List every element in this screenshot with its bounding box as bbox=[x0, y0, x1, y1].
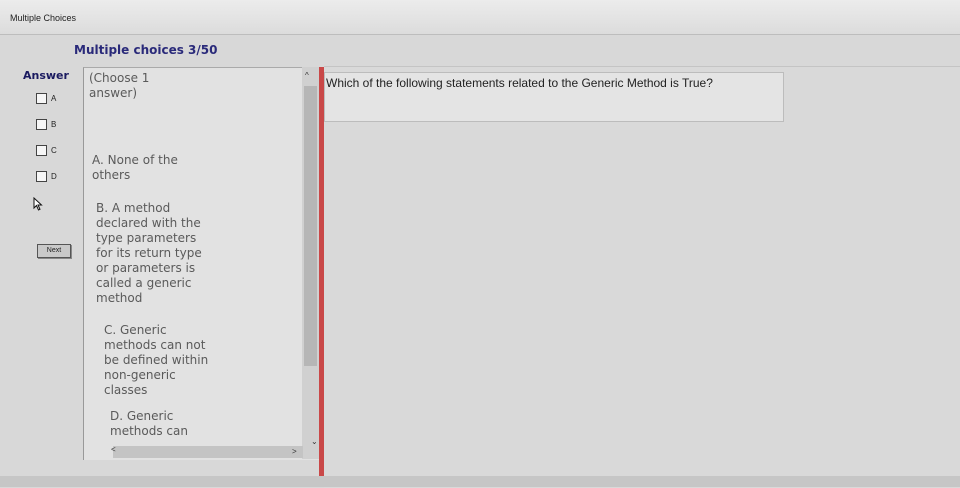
answer-option-letter: A bbox=[51, 94, 57, 103]
question-area bbox=[324, 66, 960, 488]
answer-option-c[interactable]: C bbox=[36, 145, 57, 156]
title-bar: Multiple Choices bbox=[0, 0, 960, 35]
scroll-down-icon[interactable]: ⌄ bbox=[311, 437, 318, 446]
window-label: Multiple Choices bbox=[10, 13, 77, 23]
answer-option-letter: D bbox=[51, 172, 57, 181]
answer-option-b[interactable]: B bbox=[36, 119, 56, 130]
next-button[interactable]: Next bbox=[37, 244, 71, 258]
mouse-pointer-icon bbox=[33, 197, 43, 211]
question-navigation-bar bbox=[0, 476, 960, 487]
vertical-scroll-thumb[interactable] bbox=[304, 86, 317, 366]
checkbox-icon[interactable] bbox=[36, 145, 47, 156]
horizontal-scrollbar[interactable] bbox=[113, 446, 303, 458]
option-a-text: A. None of the others bbox=[92, 153, 178, 182]
answer-option-letter: B bbox=[51, 120, 57, 129]
answer-option-a[interactable]: A bbox=[36, 93, 56, 104]
option-c-text: C. Generic methods can not be defined wi… bbox=[104, 323, 209, 397]
answer-label: Answer bbox=[23, 69, 69, 82]
option-d-text: D. Generic methods can bbox=[110, 409, 188, 438]
scroll-left-icon[interactable]: < bbox=[111, 445, 116, 454]
panel-divider[interactable] bbox=[319, 67, 324, 487]
section-title: Multiple choices 3/50 bbox=[74, 43, 218, 57]
checkbox-icon[interactable] bbox=[36, 119, 47, 130]
checkbox-icon[interactable] bbox=[36, 171, 47, 182]
instruction-text: (Choose 1 answer) bbox=[89, 71, 150, 100]
checkbox-icon[interactable] bbox=[36, 93, 47, 104]
option-b-text: B. A method declared with the type param… bbox=[96, 201, 202, 305]
question-text: Which of the following statements relate… bbox=[326, 76, 713, 90]
scroll-right-icon[interactable]: > bbox=[292, 447, 297, 456]
answer-option-d[interactable]: D bbox=[36, 171, 57, 182]
scroll-up-icon[interactable]: ^ bbox=[305, 71, 309, 80]
answer-option-letter: C bbox=[51, 146, 57, 155]
options-panel: (Choose 1 answer) A. None of the others … bbox=[83, 67, 320, 460]
